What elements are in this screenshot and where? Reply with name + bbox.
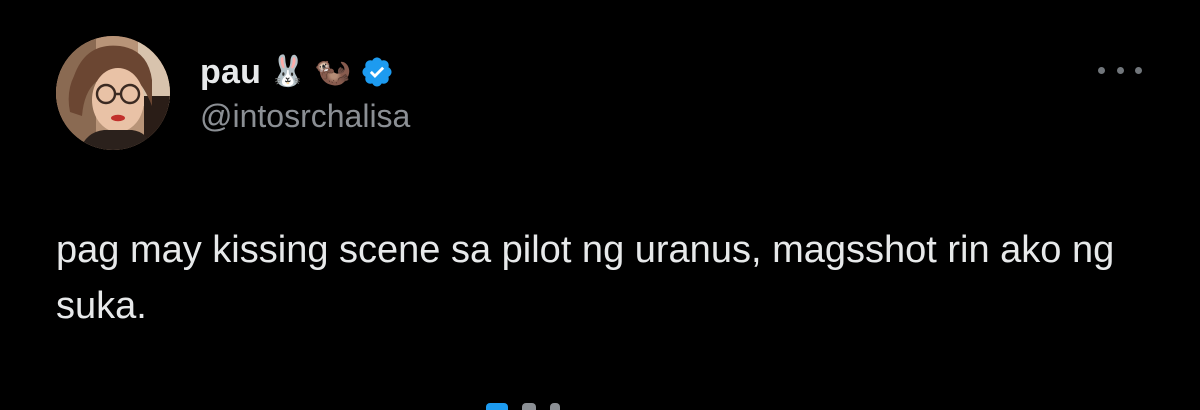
more-horizontal-icon	[1098, 66, 1105, 74]
tweet-text: pag may kissing scene sa pilot ng uranus…	[56, 229, 1115, 327]
cropped-action-icon	[486, 403, 508, 410]
cropped-action-icon	[550, 403, 560, 410]
otter-emoji-icon: 🦦	[314, 54, 352, 89]
cropped-action-icon	[522, 403, 536, 410]
author-handle[interactable]: @intosrchalisa	[200, 98, 410, 135]
more-horizontal-icon	[1135, 66, 1142, 74]
author-name-row[interactable]: pau 🐰 🦦	[200, 50, 394, 94]
display-name[interactable]: pau	[200, 53, 261, 92]
more-horizontal-icon	[1116, 66, 1124, 74]
more-options-button[interactable]	[1098, 60, 1142, 80]
tweet-card[interactable]: pau 🐰 🦦 @intosrchalisa pag may kissing s…	[0, 0, 1200, 410]
verified-badge-icon[interactable]	[360, 55, 394, 89]
avatar[interactable]	[56, 36, 170, 150]
action-bar-cropped	[486, 403, 596, 410]
rabbit-face-emoji-icon: 🐰	[269, 54, 307, 89]
avatar-photo	[56, 36, 170, 150]
